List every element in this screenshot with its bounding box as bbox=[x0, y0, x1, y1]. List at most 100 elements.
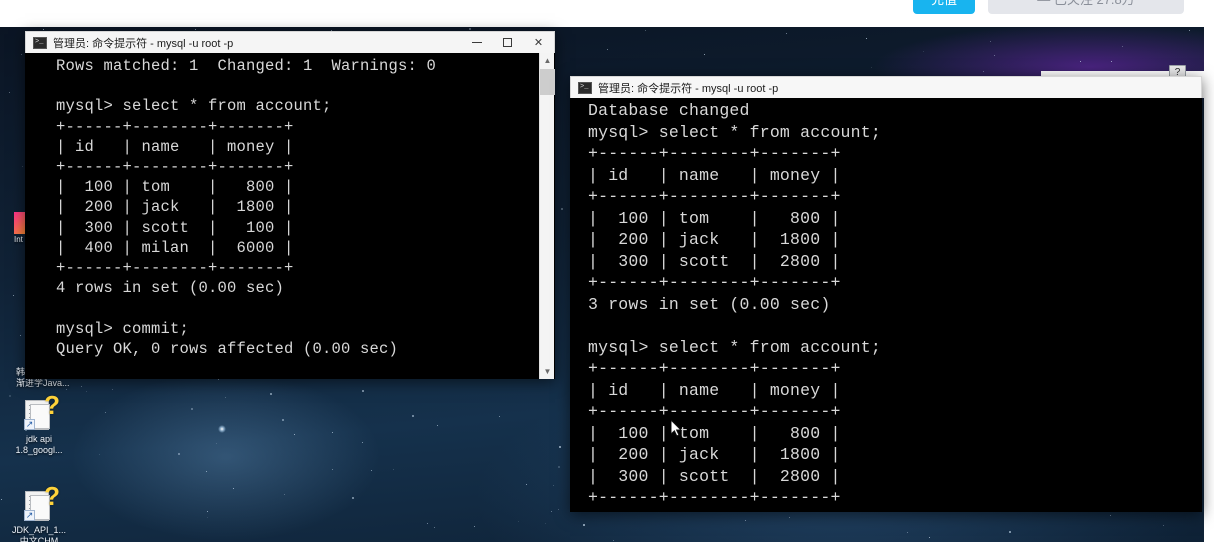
console-line: Database changed bbox=[588, 101, 750, 120]
bright-star bbox=[218, 425, 226, 433]
console-line: | 100 | tom | 800 | bbox=[588, 423, 841, 443]
star bbox=[206, 517, 208, 519]
star bbox=[789, 517, 791, 519]
star bbox=[1163, 524, 1165, 526]
star bbox=[526, 484, 528, 486]
screen-root: 充值 — 已关注 27.8万 Int 20 韩顺平 循序 渐进学Java... … bbox=[0, 0, 1214, 542]
cmd-window-right[interactable]: 管理员: 命令提示符 - mysql -u root -p Database c… bbox=[570, 76, 1202, 512]
console-line: +------+--------+-------+ bbox=[56, 259, 294, 278]
star bbox=[922, 51, 924, 53]
console-line: mysql> select * from account; bbox=[588, 337, 881, 357]
console-line: | 200 | jack | 1800 | bbox=[56, 198, 294, 217]
close-button[interactable]: ✕ bbox=[523, 32, 554, 54]
console-line: mysql> commit; bbox=[56, 319, 190, 338]
scroll-down-arrow-icon[interactable]: ▼ bbox=[540, 364, 555, 379]
star bbox=[215, 443, 217, 445]
star bbox=[98, 454, 100, 456]
star bbox=[111, 389, 113, 391]
star bbox=[1080, 61, 1082, 63]
console-line: | 200 | jack | 1800 | bbox=[588, 230, 841, 249]
star bbox=[1110, 514, 1112, 516]
star bbox=[362, 389, 365, 392]
cmd-icon bbox=[578, 81, 592, 94]
console-output-right[interactable]: Database changed mysql> select * from acc… bbox=[570, 98, 1202, 512]
star bbox=[283, 493, 285, 495]
star bbox=[22, 165, 24, 167]
console-line: | 300 | scott | 2800 | bbox=[588, 251, 841, 271]
follow-count-button[interactable]: — 已关注 27.8万 bbox=[988, 0, 1184, 14]
star bbox=[558, 466, 561, 469]
minimize-button[interactable] bbox=[461, 32, 492, 54]
scrollbar-left[interactable]: ▲ ▼ bbox=[539, 53, 555, 379]
titlebar-left[interactable]: 管理员: 命令提示符 - mysql -u root -p ✕ bbox=[25, 31, 555, 53]
console-line: +------+--------+-------+ bbox=[56, 158, 294, 177]
star bbox=[436, 424, 438, 426]
star bbox=[86, 390, 88, 392]
question-mark-icon: ? bbox=[44, 390, 60, 420]
desktop-icon-jdk-api[interactable]: ? ↗ jdk api 1.8_googl... bbox=[8, 390, 70, 456]
star bbox=[370, 470, 372, 471]
console-line: +------+--------+-------+ bbox=[588, 359, 841, 378]
star bbox=[553, 484, 555, 486]
console-line: +------+--------+-------+ bbox=[588, 187, 841, 206]
desktop-icon-jdk-api-chm[interactable]: ? ↗ JDK_API_1... 中文CHM bbox=[8, 481, 70, 542]
console-line: Rows matched: 1 Changed: 1 Warnings: 0 bbox=[56, 57, 437, 75]
scroll-up-arrow-icon[interactable]: ▲ bbox=[540, 53, 555, 68]
console-line: 3 rows in set (0.00 sec) bbox=[588, 294, 831, 314]
star bbox=[178, 452, 181, 455]
star bbox=[559, 445, 562, 448]
star bbox=[269, 393, 272, 396]
star bbox=[474, 525, 476, 527]
star bbox=[65, 389, 67, 391]
star bbox=[392, 468, 394, 470]
console-line: | 400 | milan | 6000 | bbox=[56, 238, 294, 257]
star bbox=[13, 294, 15, 296]
star bbox=[517, 521, 519, 523]
console-line: +------+--------+-------+ bbox=[588, 488, 841, 507]
star bbox=[206, 510, 208, 512]
cmd-icon bbox=[33, 36, 47, 49]
star bbox=[105, 412, 107, 414]
console-line: | 300 | scott | 2800 | bbox=[588, 466, 841, 486]
window-title: 管理员: 命令提示符 - mysql -u root -p bbox=[53, 37, 234, 50]
star bbox=[20, 54, 22, 56]
star bbox=[361, 441, 363, 443]
scrollbar-thumb[interactable] bbox=[540, 69, 555, 95]
star bbox=[583, 523, 586, 526]
cmd-window-left[interactable]: 管理员: 命令提示符 - mysql -u root -p ✕ Rows mat… bbox=[25, 31, 555, 379]
star bbox=[785, 33, 787, 35]
star bbox=[865, 38, 867, 40]
shortcut-arrow-icon: ↗ bbox=[24, 419, 35, 430]
console-line: 3 rows in set (0.00 sec) bbox=[588, 509, 1202, 513]
console-line: +------+--------+-------+ bbox=[588, 273, 841, 292]
star bbox=[989, 40, 991, 42]
recharge-button[interactable]: 充值 bbox=[913, 0, 975, 14]
console-line: +------+--------+-------+ bbox=[588, 144, 841, 163]
console-output-left[interactable]: Rows matched: 1 Changed: 1 Warnings: 0 m… bbox=[25, 53, 555, 379]
shortcut-arrow-icon: ↗ bbox=[24, 510, 35, 521]
star bbox=[1009, 530, 1012, 533]
console-line: | id | name | money | bbox=[588, 165, 841, 185]
titlebar-right[interactable]: 管理员: 命令提示符 - mysql -u root -p bbox=[570, 76, 1202, 98]
star bbox=[745, 520, 747, 521]
star bbox=[544, 523, 546, 525]
star bbox=[20, 334, 22, 336]
question-mark-icon: ? bbox=[44, 481, 60, 511]
maximize-button[interactable] bbox=[492, 32, 523, 54]
star bbox=[906, 532, 908, 534]
window-controls-left: ✕ bbox=[461, 32, 554, 54]
star bbox=[205, 471, 207, 473]
console-line: Query OK, 0 rows affected (0.00 sec) bbox=[56, 339, 399, 358]
star bbox=[293, 434, 295, 436]
star bbox=[190, 407, 193, 410]
star bbox=[218, 378, 220, 380]
star bbox=[561, 207, 564, 210]
star bbox=[607, 49, 609, 51]
star bbox=[983, 70, 985, 72]
star bbox=[870, 66, 872, 68]
csdn-watermark: CSDN @幸运小新 bbox=[1060, 537, 1198, 542]
